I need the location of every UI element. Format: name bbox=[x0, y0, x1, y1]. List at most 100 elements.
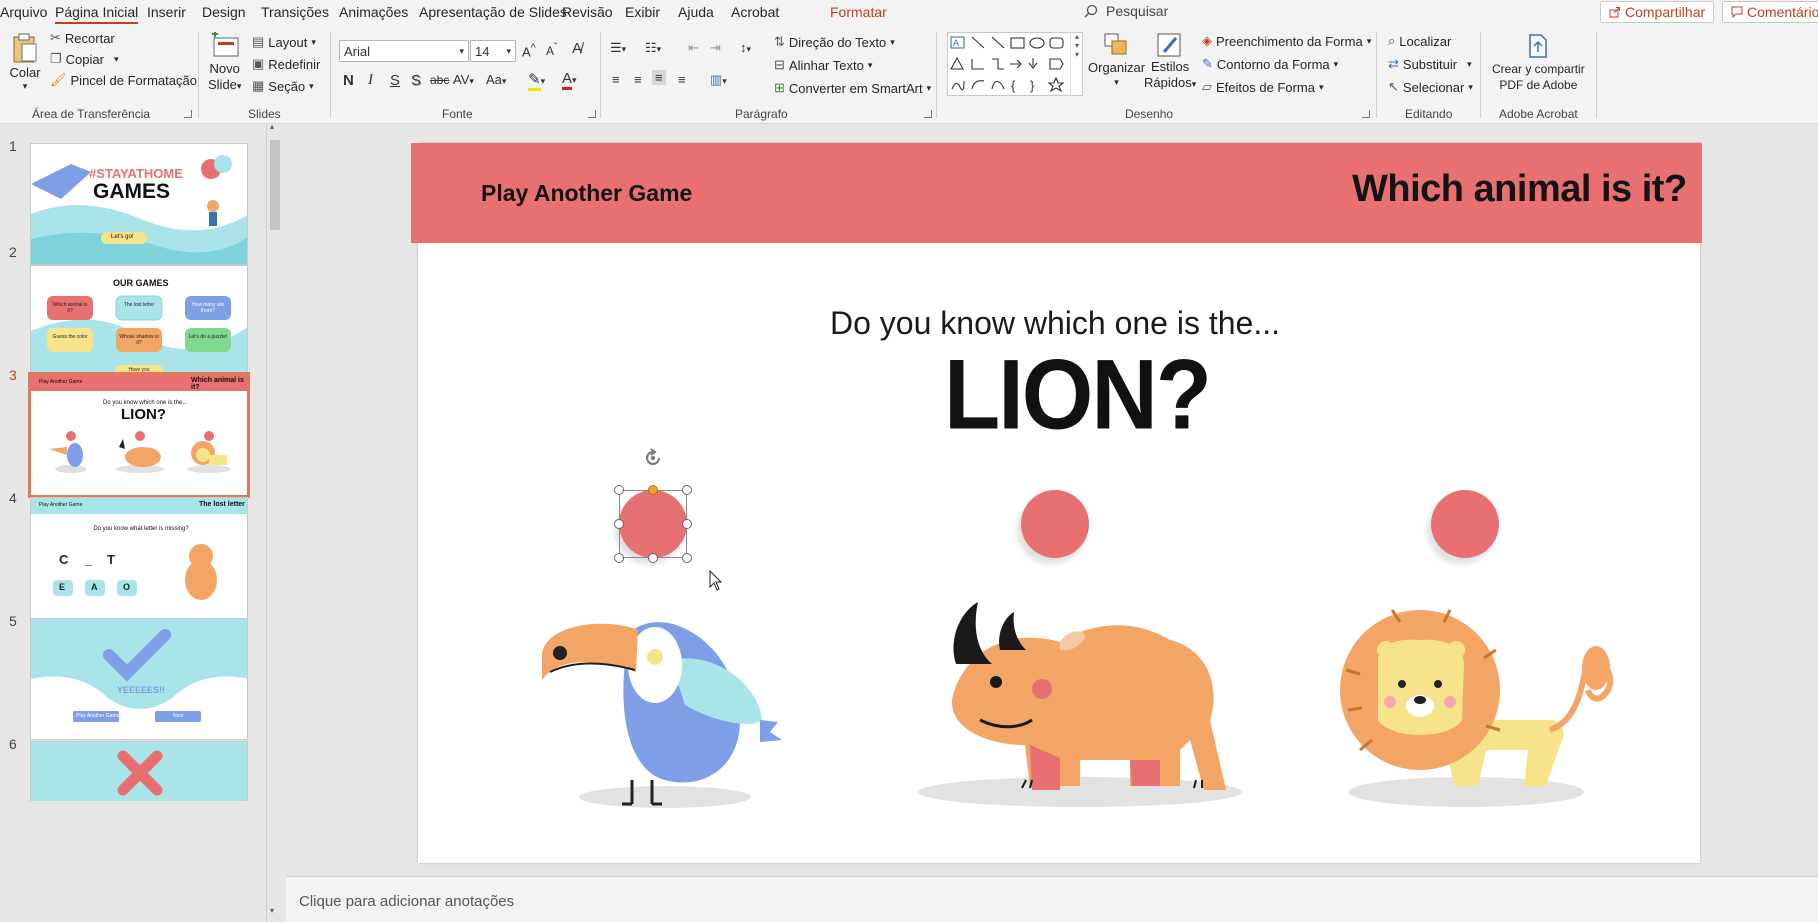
align-center-button[interactable]: ≡ bbox=[634, 72, 642, 87]
strikethrough-button[interactable]: abc bbox=[430, 73, 449, 87]
tab-formatar[interactable]: Formatar bbox=[830, 4, 887, 20]
shapes-gallery[interactable]: A {} bbox=[947, 32, 1083, 96]
replace-button[interactable]: ⇄ Substituir ▾ bbox=[1388, 56, 1472, 72]
reset-button[interactable]: ▣ Redefinir bbox=[252, 56, 320, 72]
chevron-down-icon: ▾ bbox=[867, 59, 873, 70]
drawing-launcher-icon[interactable] bbox=[1362, 110, 1370, 118]
tab-revisao[interactable]: Revisão bbox=[562, 4, 613, 20]
font-name-combo[interactable]: Arial ▾ bbox=[339, 40, 469, 62]
new-slide-button[interactable]: Novo Slide▾ bbox=[208, 32, 241, 92]
shadow-button[interactable]: S bbox=[411, 72, 421, 89]
quick-styles-label2: Rápidos bbox=[1144, 75, 1192, 90]
tab-arquivo[interactable]: Arquivo bbox=[0, 4, 47, 20]
tab-ajuda[interactable]: Ajuda bbox=[678, 4, 714, 20]
bullets-button[interactable]: ☰▾ bbox=[610, 40, 626, 56]
text-direction-button[interactable]: ⇅ Direção do Texto ▾ bbox=[774, 34, 895, 50]
paste-button[interactable]: Colar ▾ bbox=[9, 32, 41, 92]
slide-thumbnail-2[interactable]: OUR GAMES Which animal is it? The lost l… bbox=[30, 265, 248, 387]
tab-apresentacao[interactable]: Apresentação de Slides bbox=[419, 4, 567, 20]
resize-handle-w[interactable] bbox=[614, 519, 624, 529]
justify-button[interactable]: ≡ bbox=[678, 72, 686, 87]
line-spacing-button[interactable]: ↕▾ bbox=[740, 40, 751, 55]
thumbnails-scrollbar[interactable]: ▴ ▾ bbox=[266, 122, 282, 922]
slide-answer[interactable]: LION? bbox=[944, 339, 1212, 452]
notes-placeholder[interactable]: Clique para adicionar anotações bbox=[299, 893, 514, 910]
slide-thumbnail-1[interactable]: #STAYATHOME GAMES Let's go! bbox=[30, 143, 248, 265]
arrange-button[interactable]: Organizar ▾ bbox=[1088, 32, 1145, 88]
toucan-illustration[interactable] bbox=[542, 622, 782, 808]
align-text-button[interactable]: ⊟ Alinhar Texto ▾ bbox=[774, 57, 872, 73]
shape-effects-button[interactable]: ▱ Efeitos de Forma ▾ bbox=[1202, 79, 1324, 95]
search-box[interactable]: Pesquisar bbox=[1084, 3, 1168, 19]
shape-outline-button[interactable]: ✎ Contorno da Forma ▾ bbox=[1202, 56, 1338, 72]
change-case-button[interactable]: Aa▾ bbox=[486, 72, 506, 87]
increase-indent-button[interactable]: ⇥ bbox=[710, 40, 721, 56]
tab-exibir[interactable]: Exibir bbox=[625, 4, 660, 20]
resize-handle-ne[interactable] bbox=[682, 485, 692, 495]
slide-question[interactable]: Do you know which one is the... bbox=[830, 305, 1280, 342]
comments-button[interactable]: Comentários bbox=[1722, 1, 1818, 23]
font-size-combo[interactable]: 14 ▾ bbox=[470, 40, 516, 62]
resize-handle-nw[interactable] bbox=[614, 485, 624, 495]
thumbnail-4-left: Play Another Game bbox=[39, 502, 83, 508]
tab-animacoes[interactable]: Animações bbox=[339, 4, 408, 20]
align-right-button[interactable]: ≡ bbox=[652, 70, 666, 85]
tab-acrobat[interactable]: Acrobat bbox=[731, 4, 779, 20]
scroll-down-icon[interactable]: ▾ bbox=[270, 906, 274, 915]
search-icon: ⌕ bbox=[1388, 33, 1396, 48]
find-button[interactable]: ⌕ Localizar bbox=[1388, 33, 1451, 49]
slide-title[interactable]: Which animal is it? bbox=[1352, 168, 1687, 211]
adjust-handle[interactable] bbox=[648, 485, 658, 495]
paragraph-launcher-icon[interactable] bbox=[924, 110, 932, 118]
answer-dot-rhino[interactable] bbox=[1021, 490, 1089, 558]
answer-dot-lion[interactable] bbox=[1431, 490, 1499, 558]
slide-thumbnail-4[interactable]: Play Another Game The lost letter Do you… bbox=[30, 497, 248, 619]
select-button[interactable]: ↖ Selecionar ▾ bbox=[1388, 79, 1473, 95]
resize-handle-e[interactable] bbox=[682, 519, 692, 529]
notes-pane[interactable] bbox=[286, 876, 1818, 922]
tab-inserir[interactable]: Inserir bbox=[147, 4, 186, 20]
slide-thumbnail-3[interactable]: Play Another Game Which animal is it? Do… bbox=[28, 372, 250, 498]
cut-button[interactable]: ✂ Recortar bbox=[50, 30, 115, 46]
resize-handle-s[interactable] bbox=[648, 553, 658, 563]
font-color-button[interactable]: A▾ bbox=[562, 70, 577, 90]
highlight-button[interactable]: ✎▾ bbox=[528, 70, 545, 91]
shrink-font-button[interactable]: Aˇ bbox=[546, 42, 557, 58]
share-button[interactable]: Compartilhar bbox=[1600, 1, 1715, 23]
slide-thumbnail-6[interactable] bbox=[30, 741, 248, 801]
tab-transicoes[interactable]: Transições bbox=[261, 4, 329, 20]
smartart-button[interactable]: ⊞ Converter em SmartArt ▾ bbox=[774, 80, 931, 96]
numbering-button[interactable]: ☷▾ bbox=[645, 40, 661, 56]
gallery-scroll[interactable]: ▴ ▾ ▾ bbox=[1070, 32, 1083, 96]
bold-button[interactable]: N bbox=[343, 72, 354, 89]
clipboard-launcher-icon[interactable] bbox=[184, 110, 192, 118]
chevron-down-icon: ▾ bbox=[1467, 58, 1472, 69]
columns-button[interactable]: ▥▾ bbox=[710, 72, 727, 88]
create-pdf-button[interactable]: Crear y compartir PDF de Adobe bbox=[1492, 32, 1585, 92]
shape-fill-button[interactable]: ◈ Preenchimento da Forma ▾ bbox=[1202, 33, 1371, 49]
align-left-button[interactable]: ≡ bbox=[612, 72, 620, 87]
decrease-indent-button[interactable]: ⇤ bbox=[688, 40, 699, 56]
underline-button[interactable]: S bbox=[390, 72, 400, 89]
resize-handle-se[interactable] bbox=[682, 553, 692, 563]
lion-illustration[interactable] bbox=[1340, 609, 1614, 807]
rotate-handle-icon[interactable] bbox=[641, 446, 665, 470]
play-another-game-button[interactable]: Play Another Game bbox=[481, 180, 692, 207]
resize-handle-sw[interactable] bbox=[614, 553, 624, 563]
slide-thumbnail-5[interactable]: YEEEEES!! Play Another Game Next bbox=[30, 618, 248, 740]
rhino-illustration[interactable] bbox=[918, 602, 1242, 807]
copy-button[interactable]: ❐ Copiar ▾ bbox=[50, 51, 118, 67]
tab-pagina-inicial[interactable]: Página Inicial bbox=[55, 4, 139, 24]
grow-font-button[interactable]: A^ bbox=[522, 42, 536, 59]
clear-format-icon[interactable]: A̸ bbox=[572, 40, 582, 57]
quick-styles-button[interactable]: Estilos Rápidos▾ bbox=[1144, 32, 1196, 90]
format-painter-button[interactable]: 🖌 Pincel de Formatação bbox=[50, 72, 197, 88]
section-button[interactable]: ▦ Seção ▾ bbox=[252, 78, 314, 94]
layout-button[interactable]: ▤ Layout ▾ bbox=[252, 34, 316, 50]
tab-design[interactable]: Design bbox=[202, 4, 246, 20]
scroll-up-icon[interactable]: ▴ bbox=[270, 122, 274, 131]
char-spacing-button[interactable]: AV▾ bbox=[453, 72, 474, 87]
scrollbar-thumb[interactable] bbox=[270, 140, 280, 230]
font-launcher-icon[interactable] bbox=[588, 110, 596, 118]
italic-button[interactable]: I bbox=[368, 72, 373, 89]
